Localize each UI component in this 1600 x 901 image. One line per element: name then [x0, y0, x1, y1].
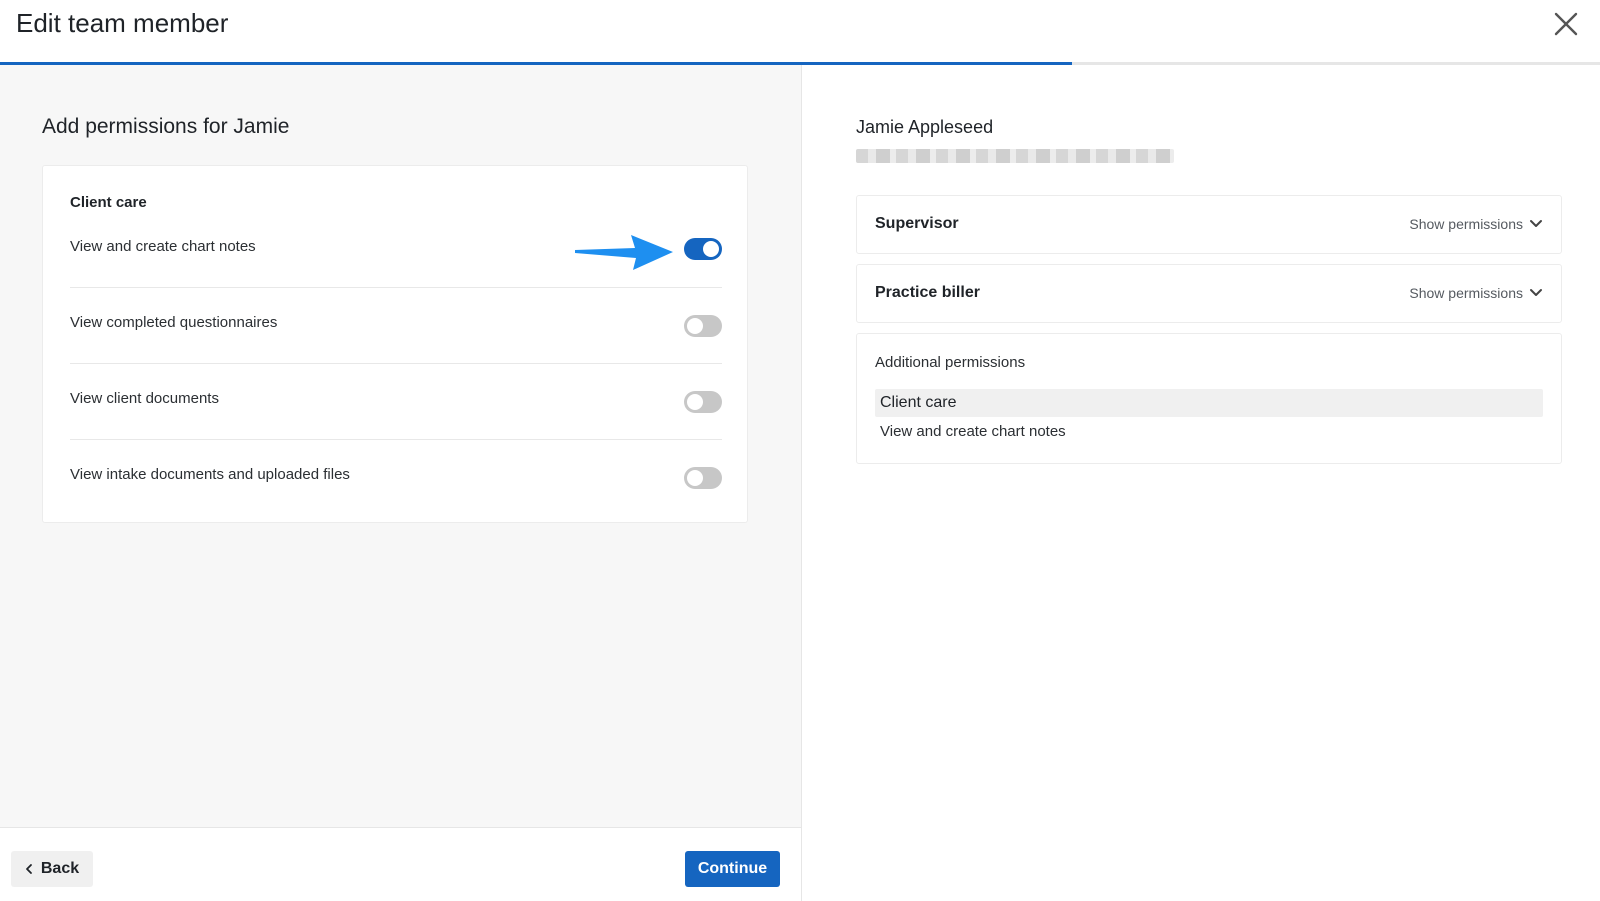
permissions-card: Client care View and create chart notes …: [42, 165, 748, 523]
permission-row-questionnaires: View completed questionnaires: [70, 288, 722, 364]
additional-permissions-title: Additional permissions: [875, 354, 1026, 371]
back-button[interactable]: Back: [11, 851, 93, 887]
toggle-knob: [687, 470, 703, 486]
permission-row-client-documents: View client documents: [70, 364, 722, 440]
chevron-left-icon: [25, 864, 32, 874]
summary-panel: Jamie Appleseed Supervisor Show permissi…: [802, 65, 1600, 901]
role-card-supervisor: Supervisor Show permissions: [856, 195, 1562, 254]
permission-label: View and create chart notes: [70, 238, 256, 255]
role-card-practice-biller: Practice biller Show permissions: [856, 264, 1562, 323]
annotation-arrow-icon: [575, 235, 673, 270]
additional-permission-group: Client care: [875, 389, 1543, 417]
permission-label: View completed questionnaires: [70, 314, 278, 331]
chart-notes-toggle[interactable]: [684, 238, 722, 260]
show-permissions-toggle[interactable]: Show permissions: [1409, 216, 1543, 232]
close-button[interactable]: [1552, 10, 1580, 38]
toggle-knob: [687, 318, 703, 334]
questionnaires-toggle[interactable]: [684, 315, 722, 337]
toggle-knob: [703, 241, 719, 257]
role-name: Practice biller: [875, 284, 980, 301]
show-permissions-label: Show permissions: [1409, 285, 1523, 301]
modal-title: Edit team member: [16, 8, 229, 38]
close-icon: [1554, 12, 1578, 36]
permission-label: View intake documents and uploaded files: [70, 466, 350, 483]
toggle-knob: [687, 394, 703, 410]
role-name: Supervisor: [875, 215, 959, 232]
section-title: Add permissions for Jamie: [42, 115, 290, 138]
permission-row-intake-documents: View intake documents and uploaded files: [70, 440, 722, 516]
additional-permission-item: View and create chart notes: [880, 423, 1066, 440]
member-name: Jamie Appleseed: [856, 117, 994, 137]
permissions-panel: Add permissions for Jamie Client care Vi…: [0, 65, 802, 827]
modal-header: Edit team member: [0, 0, 1600, 62]
permission-group-title: Client care: [70, 194, 147, 211]
blurred-email: [856, 149, 1174, 163]
permission-label: View client documents: [70, 390, 219, 407]
footer-actions: Back Continue: [0, 827, 802, 901]
chevron-down-icon: [1530, 220, 1542, 227]
back-button-label: Back: [40, 860, 80, 877]
intake-documents-toggle[interactable]: [684, 467, 722, 489]
chevron-down-icon: [1530, 289, 1542, 296]
additional-permissions-card: Additional permissions Client care View …: [856, 333, 1562, 464]
show-permissions-toggle[interactable]: Show permissions: [1409, 285, 1543, 301]
client-documents-toggle[interactable]: [684, 391, 722, 413]
show-permissions-label: Show permissions: [1409, 216, 1523, 232]
continue-button[interactable]: Continue: [685, 851, 780, 887]
